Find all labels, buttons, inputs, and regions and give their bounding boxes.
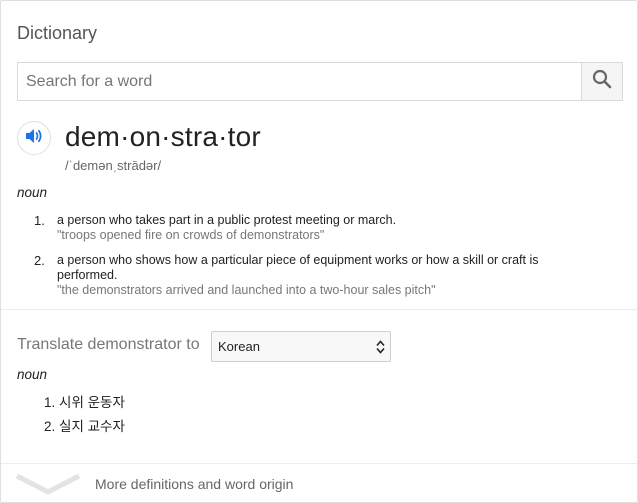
definition-item: 1. a person who takes part in a public p… (34, 213, 594, 243)
headword: dem·on·stra·tor (65, 121, 261, 152)
translation-item: 2. 실지 교수자 (44, 415, 125, 439)
translation-list: 1. 시위 운동자 2. 실지 교수자 (44, 391, 125, 439)
select-arrows-icon (376, 340, 385, 357)
more-definitions-label: More definitions and word origin (95, 476, 294, 492)
card-title: Dictionary (17, 23, 98, 43)
translation-text: 실지 교수자 (59, 419, 125, 434)
definition-text: a person who shows how a particular piec… (57, 253, 539, 282)
search-icon (592, 69, 612, 94)
dictionary-card: Dictionary dem·on·stra·tor /ˈdemənˌstrād… (0, 0, 638, 503)
translation-number: 1. (44, 395, 56, 410)
chevron-down-icon (15, 472, 81, 501)
definition-list: 1. a person who takes part in a public p… (34, 213, 594, 298)
definition-text: a person who takes part in a public prot… (57, 213, 397, 227)
part-of-speech: noun (17, 185, 48, 200)
language-select-value: Korean (218, 339, 260, 354)
search-button[interactable] (581, 63, 622, 100)
language-select[interactable]: Korean (211, 331, 391, 362)
search-input[interactable] (18, 63, 581, 100)
more-definitions-button[interactable]: More definitions and word origin (1, 464, 637, 503)
translation-item: 1. 시위 운동자 (44, 391, 125, 415)
definition-number: 2. (34, 253, 45, 268)
translation-part-of-speech: noun (17, 367, 48, 382)
definition-example: "troops opened fire on crowds of demonst… (57, 228, 325, 242)
section-divider (1, 309, 637, 310)
translation-text: 시위 운동자 (59, 395, 125, 410)
translate-label: Translate demonstrator to (17, 336, 200, 353)
pronunciation-button[interactable] (17, 121, 51, 155)
definition-example: "the demonstrators arrived and launched … (57, 283, 436, 297)
speaker-icon (25, 128, 43, 149)
phonetic: /ˈdemənˌstrādər/ (65, 158, 162, 173)
translation-number: 2. (44, 419, 56, 434)
definition-item: 2. a person who shows how a particular p… (34, 253, 594, 298)
search-box (17, 62, 623, 101)
definition-number: 1. (34, 213, 45, 228)
